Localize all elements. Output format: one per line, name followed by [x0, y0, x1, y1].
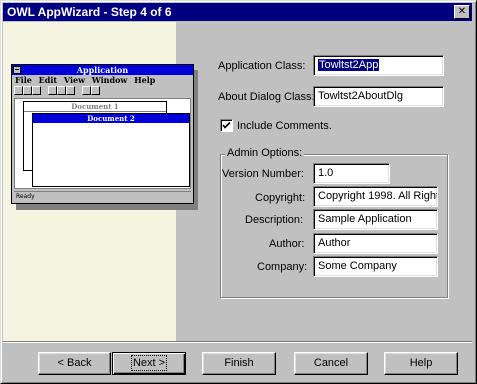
- illustration-mdi-client: Document 1 Document 2: [14, 98, 191, 189]
- illustration-toolbar-button: [32, 86, 41, 95]
- version-input[interactable]: 1.0: [313, 163, 390, 184]
- description-label: Description:: [245, 214, 304, 226]
- checkmark-icon: [222, 121, 231, 129]
- illustration-menu-help: Help: [134, 75, 156, 85]
- company-input[interactable]: Some Company: [313, 256, 438, 277]
- illustration-menu-window: Window: [91, 75, 128, 85]
- illustration-document-1-title: Document 1: [24, 102, 166, 112]
- title-bar[interactable]: OWL AppWizard - Step 4 of 6 ✕: [3, 3, 472, 21]
- illustration-status-bar: Ready: [14, 191, 191, 201]
- illustration-app-window: Application File Edit View Window Help D…: [11, 64, 194, 204]
- illustration-system-menu-icon: [13, 66, 21, 74]
- app-class-value: Towltst2App: [318, 59, 380, 71]
- author-label: Author:: [269, 238, 305, 250]
- illustration-toolbar-button: [14, 86, 23, 95]
- button-separator: [3, 341, 472, 343]
- version-label: Version Number:: [222, 168, 304, 180]
- illustration-document-2-title: Document 2: [33, 114, 189, 123]
- cancel-button[interactable]: Cancel: [294, 352, 368, 375]
- app-class-input[interactable]: Towltst2App: [313, 55, 444, 76]
- author-input[interactable]: Author: [313, 233, 438, 254]
- illustration-menubar: File Edit View Window Help: [15, 75, 159, 85]
- illustration-menu-file: File: [15, 75, 32, 85]
- include-comments-label[interactable]: Include Comments.: [237, 120, 332, 133]
- illustration-toolbar-button: [66, 86, 75, 95]
- close-icon[interactable]: ✕: [454, 5, 470, 19]
- illustration-menu-view: View: [63, 75, 85, 85]
- illustration-menu-edit: Edit: [38, 75, 58, 85]
- copyright-input[interactable]: Copyright 1998. All Right: [313, 186, 438, 207]
- cancel-button-label: Cancel: [313, 357, 349, 369]
- company-label: Company:: [257, 261, 308, 273]
- next-button[interactable]: Next >: [112, 352, 186, 375]
- help-button-label: Help: [409, 357, 433, 369]
- back-button-label: < Back: [57, 357, 92, 369]
- illustration-toolbar-button: [57, 86, 66, 95]
- help-button[interactable]: Help: [384, 352, 458, 375]
- about-class-label: About Dialog Class:: [218, 91, 315, 103]
- illustration-toolbar-button: [48, 86, 57, 95]
- back-button[interactable]: < Back: [38, 352, 111, 375]
- window-title: OWL AppWizard - Step 4 of 6: [7, 5, 172, 19]
- next-button-label: Next >: [130, 355, 168, 371]
- illustration-toolbar-button: [23, 86, 32, 95]
- include-comments-checkbox[interactable]: [220, 119, 233, 132]
- admin-options-title: Admin Options:: [225, 147, 305, 160]
- illustration-document-2: Document 2: [32, 113, 190, 187]
- illustration-toolbar-button: [91, 86, 100, 95]
- app-class-label: Application Class:: [218, 60, 306, 72]
- copyright-label: Copyright:: [255, 192, 306, 204]
- illustration-toolbar-button: [82, 86, 91, 95]
- illustration-app-title: Application: [12, 65, 193, 75]
- description-input[interactable]: Sample Application: [313, 209, 438, 230]
- finish-button[interactable]: Finish: [202, 352, 276, 375]
- finish-button-label: Finish: [224, 357, 254, 369]
- about-class-input[interactable]: Towltst2AboutDlg: [313, 86, 444, 107]
